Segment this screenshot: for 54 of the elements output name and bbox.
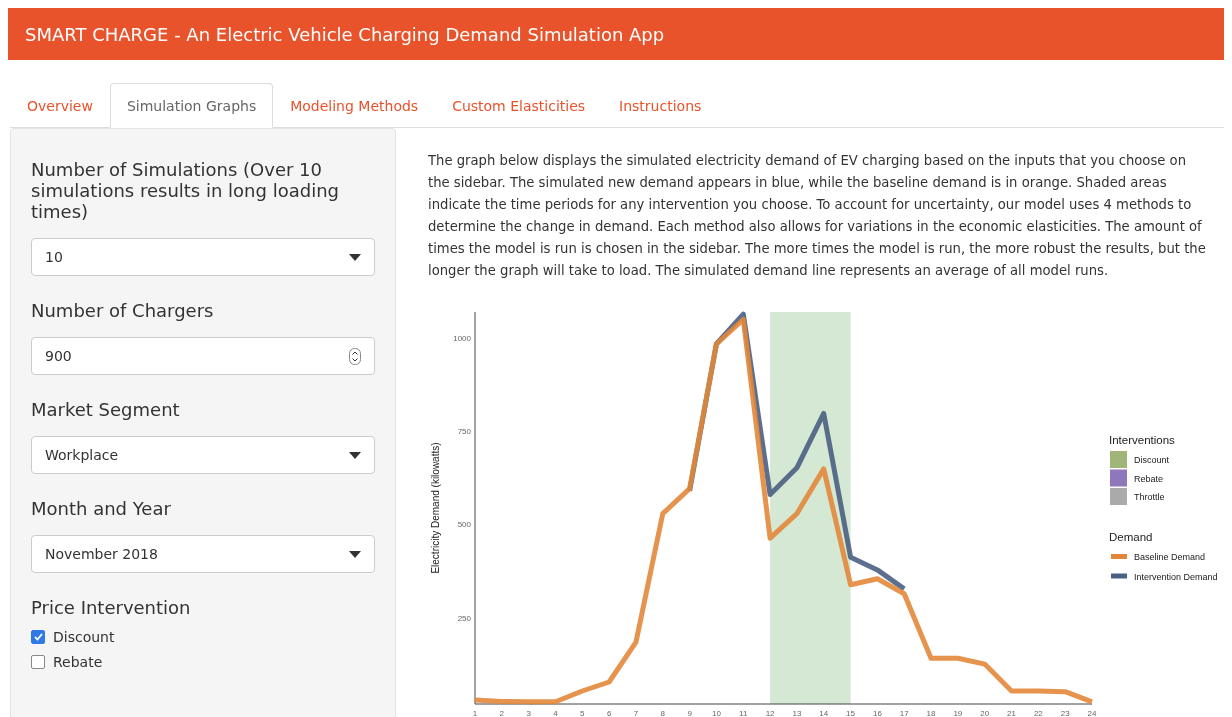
- x-tick-label: 20: [980, 709, 990, 717]
- legend-title: Interventions: [1109, 434, 1175, 446]
- x-tick-label: 17: [899, 709, 909, 717]
- y-tick-label: 1000: [453, 334, 471, 344]
- x-tick-label: 7: [633, 709, 639, 717]
- legend-label: Rebate: [1134, 473, 1164, 484]
- legend-label: Baseline Demand: [1134, 552, 1206, 562]
- x-tick-label: 15: [846, 709, 855, 717]
- y-tick-label: 250: [457, 613, 471, 623]
- y-axis-label: Electricity Demand (kilowatts): [430, 442, 441, 574]
- select-field[interactable]: November 2018: [31, 535, 375, 573]
- field-label: Number of Simulations (Over 10 simulations results in long loading times): [31, 159, 340, 222]
- legend-label: Throttle: [1134, 492, 1165, 502]
- app-title: SMART CHARGE - An Electric Vehicle Charging Demand Simulation App: [25, 23, 665, 45]
- checkbox-label: Rebate: [53, 654, 103, 670]
- legend-label: Intervention Demand: [1134, 571, 1218, 582]
- field-label: Number of Chargers: [31, 300, 215, 321]
- field-label: Month and Year: [31, 498, 172, 519]
- tab[interactable]: Simulation Graphs: [109, 83, 274, 128]
- y-tick-label: 750: [457, 427, 471, 437]
- description-text: The graph below displays the simulated electricity demand of EV charging based on the inputs that you choose on the sidebar. The simulated new demand appears in blue, while the baseline demand is in orange. Shaded areas indicate the time periods for any intervention you choose. To account for uncertainty, our model uses 4 methods to determine the change in demand. Each method also allows for variations in the economic elasticities. The amount of times the model is run is chosen in the sidebar. The more times the model is run, the more robust the results, but the longer the graph will take to load. The simulated demand line represents an average of all model runs.: [428, 152, 1207, 280]
- tab[interactable]: Instructions: [602, 83, 719, 128]
- x-tick-label: 13: [792, 709, 802, 717]
- field-label: Market Segment: [31, 399, 181, 420]
- x-tick-label: 3: [526, 709, 531, 717]
- x-tick-label: 6: [606, 709, 612, 717]
- tab[interactable]: Overview: [10, 83, 110, 128]
- x-tick-label: 18: [926, 709, 936, 717]
- x-tick-label: 23: [1060, 709, 1070, 717]
- x-tick-label: 24: [1087, 709, 1097, 717]
- select-field[interactable]: Workplace: [31, 436, 375, 474]
- tab[interactable]: Modeling Methods: [273, 83, 436, 128]
- x-tick-label: 22: [1033, 709, 1043, 717]
- x-tick-label: 19: [953, 709, 963, 717]
- x-tick-label: 9: [687, 709, 692, 717]
- x-tick-label: 2: [499, 709, 505, 717]
- select-field[interactable]: 10: [31, 238, 375, 276]
- x-tick-label: 5: [580, 709, 585, 717]
- y-tick-label: 500: [457, 520, 471, 530]
- x-tick-label: 10: [712, 709, 721, 717]
- tab[interactable]: Custom Elasticities: [435, 83, 603, 128]
- x-tick-label: 4: [553, 709, 558, 717]
- checkbox-label: Discount: [53, 629, 115, 645]
- x-tick-label: 11: [739, 709, 748, 717]
- x-tick-label: 8: [660, 709, 665, 717]
- legend-title: Demand: [1109, 531, 1153, 543]
- x-tick-label: 14: [819, 709, 829, 717]
- legend-label: Discount: [1134, 455, 1169, 465]
- x-tick-label: 1: [472, 709, 478, 717]
- number-field[interactable]: 900: [31, 337, 375, 375]
- x-tick-label: 21: [1007, 709, 1016, 717]
- x-tick-label: 12: [765, 709, 775, 717]
- x-tick-label: 16: [872, 709, 882, 717]
- field-label: Price Intervention: [31, 597, 192, 618]
